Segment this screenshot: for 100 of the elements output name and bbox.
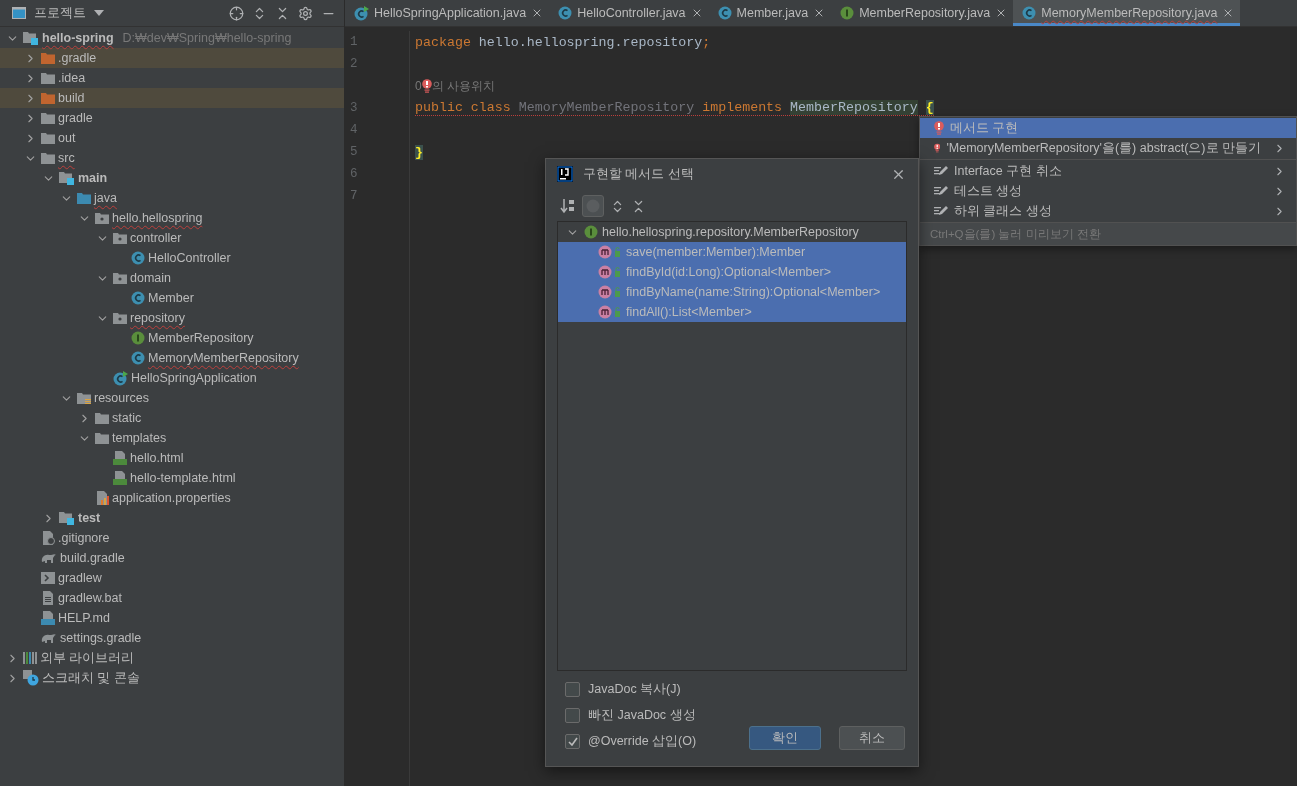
option-checkbox[interactable]: 빠진 JavaDoc 생성	[565, 707, 739, 724]
tree-item[interactable]: static	[0, 408, 344, 428]
show-classes-toggle[interactable]	[582, 195, 604, 217]
dropdown-icon[interactable]	[94, 10, 104, 16]
tree-item-label: out	[58, 131, 76, 145]
tree-item[interactable]: hello.hellospring	[0, 208, 344, 228]
tree-item-label: gradlew	[58, 571, 102, 585]
tree-item[interactable]: hello.hellospring.repository.MemberRepository	[558, 222, 906, 242]
tree-item[interactable]: HelloSpringApplication	[0, 368, 344, 388]
tree-item[interactable]: hello.html	[0, 448, 344, 468]
sort-icon[interactable]	[560, 198, 576, 214]
tree-item[interactable]: resources	[0, 388, 344, 408]
folder-icon	[41, 132, 55, 144]
tree-item[interactable]: domain	[0, 268, 344, 288]
text-file-icon	[41, 591, 55, 605]
tree-item[interactable]: .gradle	[0, 48, 344, 68]
tree-item[interactable]: gradlew.bat	[0, 588, 344, 608]
tree-item[interactable]: src	[0, 148, 344, 168]
tree-item-label: static	[112, 411, 142, 425]
settings-icon[interactable]	[298, 5, 313, 21]
tree-item[interactable]: settings.gradle	[0, 628, 344, 648]
folder-icon	[77, 192, 91, 204]
code-keyword: implements	[701, 100, 784, 115]
editor-tab[interactable]: MemberRepository.java	[831, 0, 1014, 26]
ok-button[interactable]: 확인	[749, 726, 821, 750]
tree-item[interactable]: gradle	[0, 108, 344, 128]
pencil-icon	[934, 186, 948, 196]
tree-item[interactable]: templates	[0, 428, 344, 448]
tree-item[interactable]: .gitignore	[0, 528, 344, 548]
line-number: 2	[350, 57, 358, 71]
crosshair-icon[interactable]	[229, 5, 244, 21]
tree-item-label: Member	[148, 291, 194, 305]
tree-item[interactable]: HelloController	[0, 248, 344, 268]
tree-item[interactable]: build	[0, 88, 344, 108]
markdown-file-icon	[41, 611, 55, 625]
folder-icon	[113, 312, 127, 324]
code-keyword: public class	[415, 100, 512, 115]
menu-item[interactable]: 하위 클래스 생성	[920, 201, 1296, 221]
tree-item[interactable]: gradlew	[0, 568, 344, 588]
interface-icon	[584, 225, 598, 239]
code-keyword: package	[415, 34, 471, 50]
usage-hint[interactable]: 의 사용위치	[431, 77, 496, 95]
editor-tab[interactable]: HelloController.java	[549, 0, 709, 26]
tree-item-label: HelloController	[148, 251, 231, 265]
line-number: 6	[350, 167, 358, 181]
tree-item[interactable]: java	[0, 188, 344, 208]
folder-icon	[95, 432, 109, 444]
tree-item[interactable]: hello-template.html	[0, 468, 344, 488]
tree-item[interactable]: controller	[0, 228, 344, 248]
tree-item[interactable]: Member	[0, 288, 344, 308]
editor-tab[interactable]: Member.java	[708, 0, 832, 26]
tree-item-label: controller	[130, 231, 182, 245]
tree-item-label: src	[58, 151, 75, 165]
code-text: hello.hellospring.repository	[477, 34, 703, 50]
cancel-button[interactable]: 취소	[839, 726, 905, 750]
tree-item[interactable]: main	[0, 168, 344, 188]
tree-item[interactable]: MemoryMemberRepository	[0, 348, 344, 368]
tree-item-label: gradlew.bat	[58, 591, 122, 605]
option-checkbox[interactable]: @Override 삽입(O)	[565, 733, 739, 750]
tree-item[interactable]: out	[0, 128, 344, 148]
code-text: MemberRepository	[790, 100, 918, 115]
tree-item[interactable]: 스크래치 및 콘솔	[0, 668, 344, 688]
tree-item-label: 외부 라이브러리	[40, 649, 135, 667]
editor-tab[interactable]: HelloSpringApplication.java	[345, 0, 550, 26]
class-icon	[717, 6, 732, 20]
tree-item[interactable]: MemberRepository	[0, 328, 344, 348]
tree-item-label: resources	[94, 391, 149, 405]
html-file-icon	[113, 471, 127, 485]
menu-item[interactable]: Interface 구현 취소	[920, 161, 1296, 181]
editor-tab[interactable]: MemoryMemberRepository.java	[1013, 0, 1241, 26]
tree-item[interactable]: test	[0, 508, 344, 528]
line-number: 1	[350, 35, 358, 49]
folder-icon	[41, 52, 55, 64]
option-checkbox[interactable]: JavaDoc 복사(J)	[565, 681, 739, 698]
menu-item[interactable]: 'MemoryMemberRepository'을(를) abstract(으)로 만들기	[920, 138, 1296, 158]
folder-icon	[113, 232, 127, 244]
menu-item[interactable]: 테스트 생성	[920, 181, 1296, 201]
module-folder-icon	[59, 511, 75, 525]
tree-item-label: templates	[112, 431, 167, 445]
tree-item-label: build.gradle	[60, 551, 125, 565]
tree-item[interactable]: repository	[0, 308, 344, 328]
line-number: 4	[350, 123, 358, 137]
tree-item[interactable]: build.gradle	[0, 548, 344, 568]
tree-item-label: hello-spring	[42, 31, 114, 45]
tree-item[interactable]: application.properties	[0, 488, 344, 508]
tree-item[interactable]: HELP.md	[0, 608, 344, 628]
app-logo-icon	[557, 166, 573, 182]
tree-item-label: MemoryMemberRepository	[148, 351, 299, 365]
code-text: MemoryMemberRepository	[518, 100, 695, 115]
tree-item[interactable]: .idea	[0, 68, 344, 88]
tree-item[interactable]: hello-spring D:₩dev₩Spring₩hello-spring	[0, 28, 344, 48]
folder-icon	[113, 272, 127, 284]
method-icon	[598, 265, 622, 279]
tree-item[interactable]: 외부 라이브러리	[0, 648, 344, 668]
tree-item-label: MemberRepository	[148, 331, 254, 345]
code-keyword: ;	[702, 34, 711, 50]
usage-hint[interactable]: 0	[415, 79, 422, 93]
html-file-icon	[113, 451, 127, 465]
panel-title[interactable]: 프로젝트	[34, 4, 86, 22]
tree-item-label: .gitignore	[58, 531, 110, 545]
